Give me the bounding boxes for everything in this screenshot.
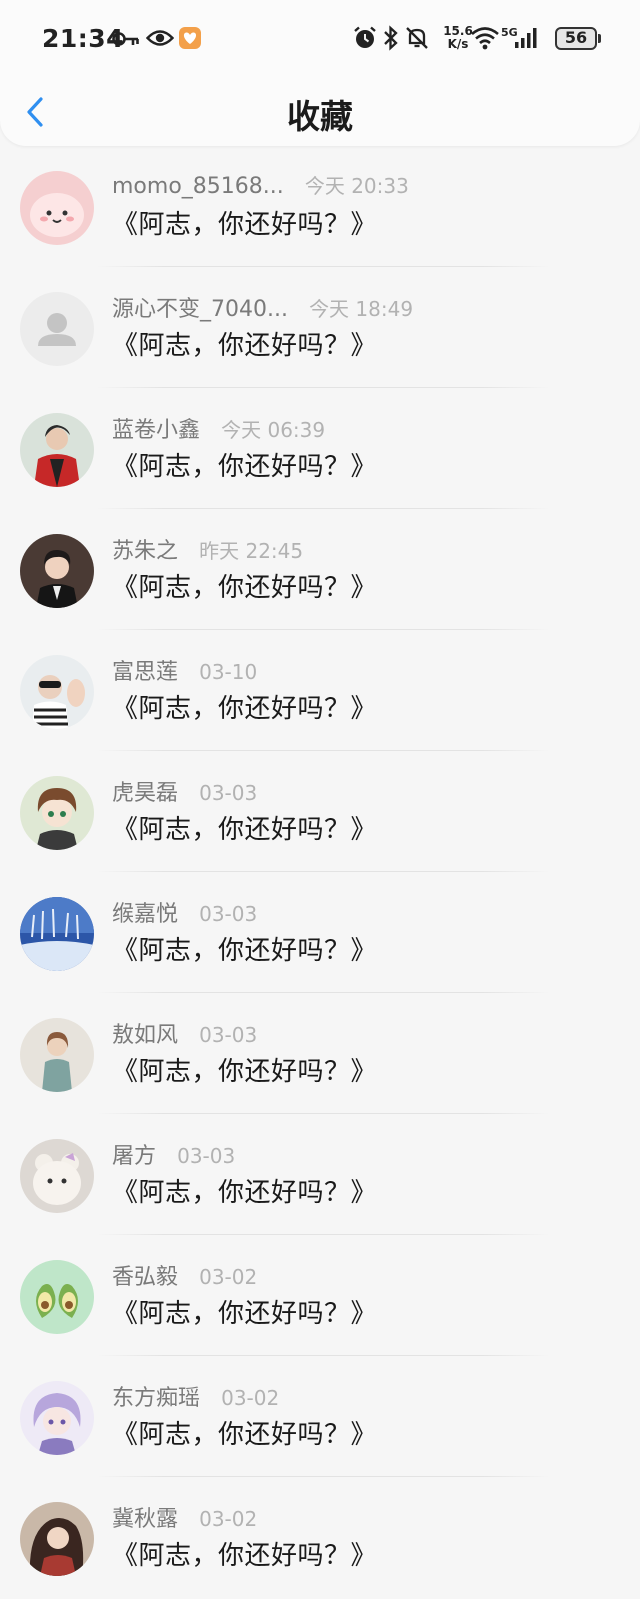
item-meta: 源心不变_7040... 今天 18:49	[112, 291, 414, 322]
favorite-item[interactable]: 源心不变_7040... 今天 18:49 《阿志，你还好吗？》	[0, 267, 640, 388]
item-message: 《阿志，你还好吗？》	[112, 936, 378, 966]
avatar[interactable]	[20, 413, 94, 487]
favorite-item[interactable]: 苏朱之 昨天 22:45 《阿志，你还好吗？》	[0, 509, 640, 630]
item-date: 03-03	[199, 781, 258, 805]
item-date: 今天 20:33	[304, 174, 409, 198]
header: 21:34 15.6 K/s 5G 56 收藏	[0, 0, 640, 146]
user-name: 冀秋露	[112, 1507, 179, 1532]
item-meta: 香弘毅 03-02	[112, 1259, 258, 1290]
battery-icon: 56	[555, 27, 597, 50]
avatar[interactable]	[20, 1018, 94, 1092]
avatar[interactable]	[20, 292, 94, 366]
item-meta: 富思莲 03-10	[112, 654, 258, 685]
item-message: 《阿志，你还好吗？》	[112, 1420, 378, 1450]
favorite-item[interactable]: 敖如风 03-03 《阿志，你还好吗？》	[0, 993, 640, 1114]
avatar[interactable]	[20, 534, 94, 608]
user-name: 屠方	[112, 1144, 157, 1169]
favorite-item[interactable]: 冀秋露 03-02 《阿志，你还好吗？》	[0, 1477, 640, 1598]
user-name: 苏朱之	[112, 539, 179, 564]
item-message: 《阿志，你还好吗？》	[112, 694, 378, 724]
battery-tip	[598, 34, 601, 43]
item-meta: momo_85168... 今天 20:33	[112, 170, 409, 200]
item-date: 03-03	[199, 902, 258, 926]
item-message: 《阿志，你还好吗？》	[112, 1541, 378, 1571]
item-message: 《阿志，你还好吗？》	[112, 815, 378, 845]
user-name: 源心不变_7040...	[112, 297, 288, 322]
item-meta: 缑嘉悦 03-03	[112, 896, 258, 927]
item-date: 03-02	[221, 1386, 280, 1410]
user-name: 东方痴瑶	[112, 1386, 201, 1411]
item-message: 《阿志，你还好吗？》	[112, 1178, 378, 1208]
page-title: 收藏	[287, 97, 353, 136]
item-date: 03-10	[199, 660, 258, 684]
item-meta: 东方痴瑶 03-02	[112, 1380, 280, 1411]
favorite-item[interactable]: momo_85168... 今天 20:33 《阿志，你还好吗？》	[0, 146, 640, 267]
item-meta: 苏朱之 昨天 22:45	[112, 533, 304, 564]
user-name: 富思莲	[112, 660, 179, 685]
item-date: 昨天 22:45	[199, 539, 304, 563]
favorite-item[interactable]: 虎昊磊 03-03 《阿志，你还好吗？》	[0, 751, 640, 872]
user-name: momo_85168...	[112, 174, 284, 199]
signal-icon	[515, 28, 537, 48]
eye-icon	[146, 30, 174, 46]
user-name: 蓝卷小鑫	[112, 418, 201, 443]
item-message: 《阿志，你还好吗？》	[112, 1299, 378, 1329]
app-badge-icon	[179, 27, 201, 49]
user-name: 敖如风	[112, 1023, 179, 1048]
favorite-item[interactable]: 香弘毅 03-02 《阿志，你还好吗？》	[0, 1235, 640, 1356]
user-name: 香弘毅	[112, 1265, 179, 1290]
item-meta: 敖如风 03-03	[112, 1017, 258, 1048]
item-message: 《阿志，你还好吗？》	[112, 573, 378, 603]
nav-bar: 收藏	[0, 76, 640, 146]
user-name: 缑嘉悦	[112, 902, 179, 927]
item-date: 今天 18:49	[309, 297, 414, 321]
item-meta: 屠方 03-03	[112, 1138, 236, 1169]
item-message: 《阿志，你还好吗？》	[112, 331, 378, 361]
status-bar: 21:34 15.6 K/s 5G 56	[0, 0, 640, 76]
item-date: 03-03	[199, 1023, 258, 1047]
alarm-icon	[354, 26, 376, 48]
avatar[interactable]	[20, 171, 94, 245]
avatar[interactable]	[20, 655, 94, 729]
avatar[interactable]	[20, 1260, 94, 1334]
favorites-list: momo_85168... 今天 20:33 《阿志，你还好吗？》 源心不变_7…	[0, 146, 640, 1598]
item-date: 今天 06:39	[221, 418, 326, 442]
item-date: 03-03	[177, 1144, 236, 1168]
item-message: 《阿志，你还好吗？》	[112, 452, 378, 482]
wifi-icon	[471, 27, 499, 50]
mute-icon	[406, 27, 428, 49]
avatar[interactable]	[20, 776, 94, 850]
item-meta: 冀秋露 03-02	[112, 1501, 258, 1532]
item-meta: 虎昊磊 03-03	[112, 775, 258, 806]
item-message: 《阿志，你还好吗？》	[112, 1057, 378, 1087]
avatar[interactable]	[20, 897, 94, 971]
favorite-item[interactable]: 缑嘉悦 03-03 《阿志，你还好吗？》	[0, 872, 640, 993]
item-date: 03-02	[199, 1507, 258, 1531]
item-meta: 蓝卷小鑫 今天 06:39	[112, 412, 326, 443]
avatar[interactable]	[20, 1139, 94, 1213]
user-name: 虎昊磊	[112, 781, 179, 806]
avatar[interactable]	[20, 1502, 94, 1576]
avatar[interactable]	[20, 1381, 94, 1455]
favorite-item[interactable]: 富思莲 03-10 《阿志，你还好吗？》	[0, 630, 640, 751]
favorite-item[interactable]: 屠方 03-03 《阿志，你还好吗？》	[0, 1114, 640, 1235]
bluetooth-icon	[384, 25, 398, 51]
favorite-item[interactable]: 蓝卷小鑫 今天 06:39 《阿志，你还好吗？》	[0, 388, 640, 509]
item-message: 《阿志，你还好吗？》	[112, 210, 378, 240]
key-icon	[112, 32, 139, 46]
favorite-item[interactable]: 东方痴瑶 03-02 《阿志，你还好吗？》	[0, 1356, 640, 1477]
item-date: 03-02	[199, 1265, 258, 1289]
